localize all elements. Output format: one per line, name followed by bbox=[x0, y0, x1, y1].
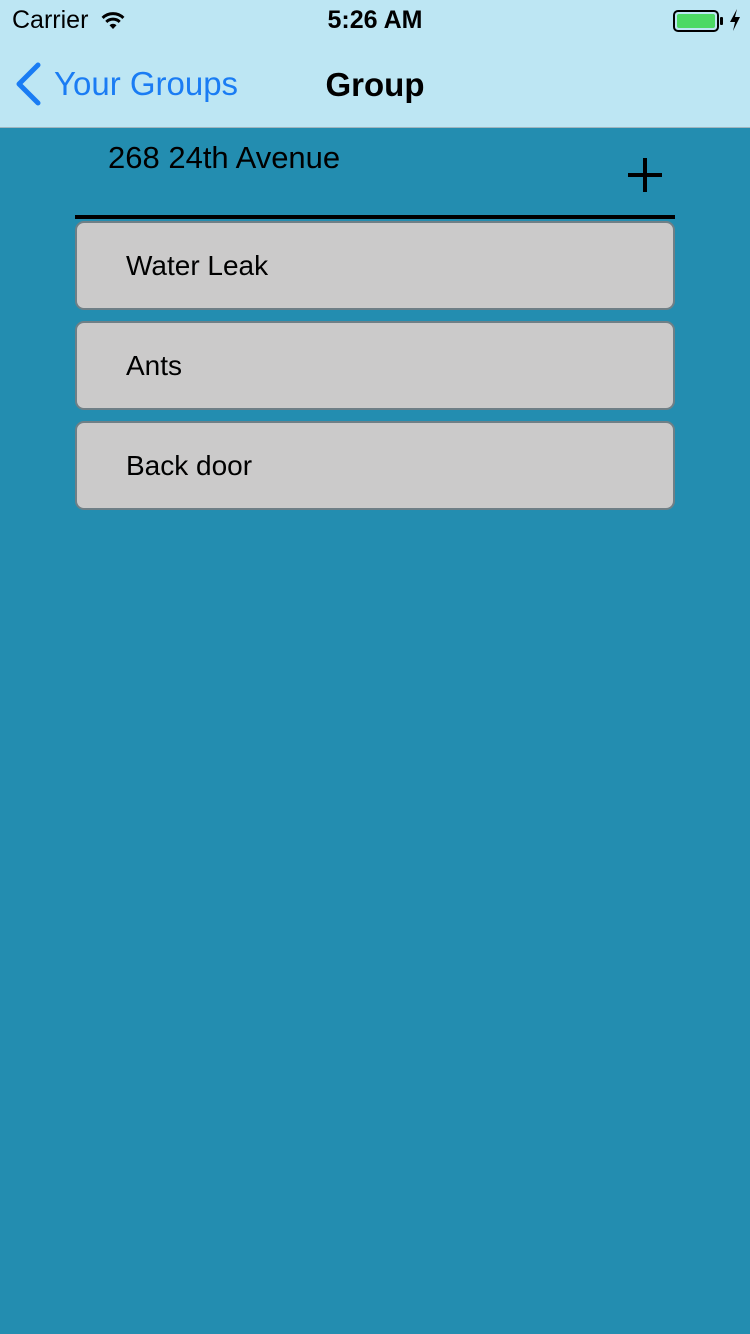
list-item-label: Ants bbox=[126, 349, 183, 381]
header-divider bbox=[75, 215, 675, 219]
charging-bolt-icon bbox=[730, 9, 740, 31]
status-bar: Carrier 5:26 AM bbox=[0, 0, 750, 40]
page-title: Group bbox=[325, 66, 425, 103]
list-item[interactable]: Ants bbox=[75, 321, 675, 410]
battery-icon bbox=[673, 10, 723, 32]
plus-icon bbox=[628, 158, 662, 192]
list-item[interactable]: Water Leak bbox=[75, 221, 675, 310]
group-name: 268 24th Avenue bbox=[108, 140, 341, 175]
add-issue-button[interactable] bbox=[622, 152, 668, 198]
list-item[interactable]: Back door bbox=[75, 421, 675, 510]
issue-list: Water Leak Ants Back door bbox=[75, 221, 675, 521]
status-time: 5:26 AM bbox=[327, 6, 423, 34]
list-item-label: Back door bbox=[126, 449, 253, 481]
group-screen: Carrier 5:26 AM Your Groups Group 268 24… bbox=[0, 0, 750, 1334]
list-item-label: Water Leak bbox=[126, 249, 269, 281]
top-bar: Carrier 5:26 AM Your Groups Group bbox=[0, 0, 750, 128]
navigation-bar: Your Groups Group bbox=[0, 40, 750, 128]
